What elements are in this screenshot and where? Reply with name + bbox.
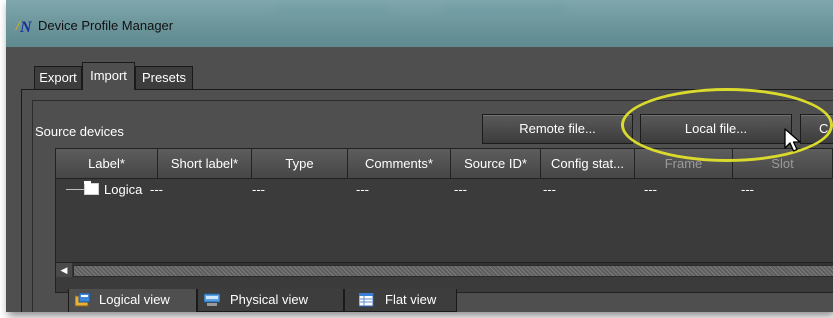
app-window: / N Device Profile Manager Export Import …: [6, 0, 833, 312]
column-header-slot[interactable]: Slot: [733, 149, 833, 179]
view-tab-label: Flat view: [385, 292, 437, 307]
cell-config-status: ---: [543, 182, 556, 197]
column-header-comments[interactable]: Comments*: [348, 149, 451, 179]
tab-presets[interactable]: Presets: [135, 66, 193, 89]
cell-label: Logica: [104, 182, 143, 197]
cell-frame: ---: [644, 182, 657, 197]
folder-icon: [84, 181, 99, 195]
cell-type: ---: [252, 182, 265, 197]
view-tab-label: Logical view: [99, 292, 170, 307]
remote-file-button[interactable]: Remote file...: [482, 114, 633, 144]
cell-comments: ---: [356, 182, 369, 197]
column-header-type[interactable]: Type: [252, 149, 348, 179]
cell-slot: ---: [741, 182, 754, 197]
scrollbar-thumb[interactable]: [73, 265, 833, 277]
tab-import[interactable]: Import: [82, 62, 135, 90]
tab-physical-view[interactable]: Physical view: [197, 289, 344, 312]
column-header-source-id[interactable]: Source ID*: [451, 149, 541, 179]
app-logo-icon: / N: [16, 19, 32, 36]
clipped-button[interactable]: C: [800, 114, 833, 144]
devices-table: Label* Short label* Type Comments* Sourc…: [55, 148, 833, 293]
tab-label: Import: [90, 68, 127, 83]
cell-short-label: ---: [150, 182, 163, 197]
mouse-cursor-icon: [784, 128, 801, 152]
tab-label: Presets: [141, 70, 187, 85]
blurred-background-area: [276, 6, 386, 16]
local-file-button[interactable]: Local file...: [640, 114, 792, 144]
scroll-left-arrow-icon[interactable]: ◀: [56, 263, 72, 277]
tab-logical-view[interactable]: Logical view: [68, 289, 197, 312]
tab-export[interactable]: Export: [34, 66, 82, 89]
flat-view-icon: [359, 293, 374, 307]
tree-connector: [66, 189, 84, 190]
horizontal-scrollbar[interactable]: ◀: [56, 262, 833, 277]
section-title: Source devices: [35, 124, 124, 139]
column-header-short-label[interactable]: Short label*: [158, 149, 252, 179]
column-header-label[interactable]: Label*: [56, 149, 158, 179]
physical-view-icon: [204, 293, 220, 306]
title-bar: / N Device Profile Manager: [6, 0, 833, 47]
tab-flat-view[interactable]: Flat view: [344, 289, 457, 312]
cell-source-id: ---: [454, 182, 467, 197]
window-title: Device Profile Manager: [38, 18, 174, 33]
blurred-background-area: [446, 6, 566, 16]
tab-label: Export: [39, 70, 77, 85]
logical-view-icon: [75, 293, 91, 307]
view-tab-label: Physical view: [230, 292, 309, 307]
column-header-config-status[interactable]: Config stat...: [541, 149, 635, 179]
table-row[interactable]: Logica --- --- --- --- --- --- ---: [56, 180, 833, 200]
column-header-frame[interactable]: Frame: [635, 149, 733, 179]
